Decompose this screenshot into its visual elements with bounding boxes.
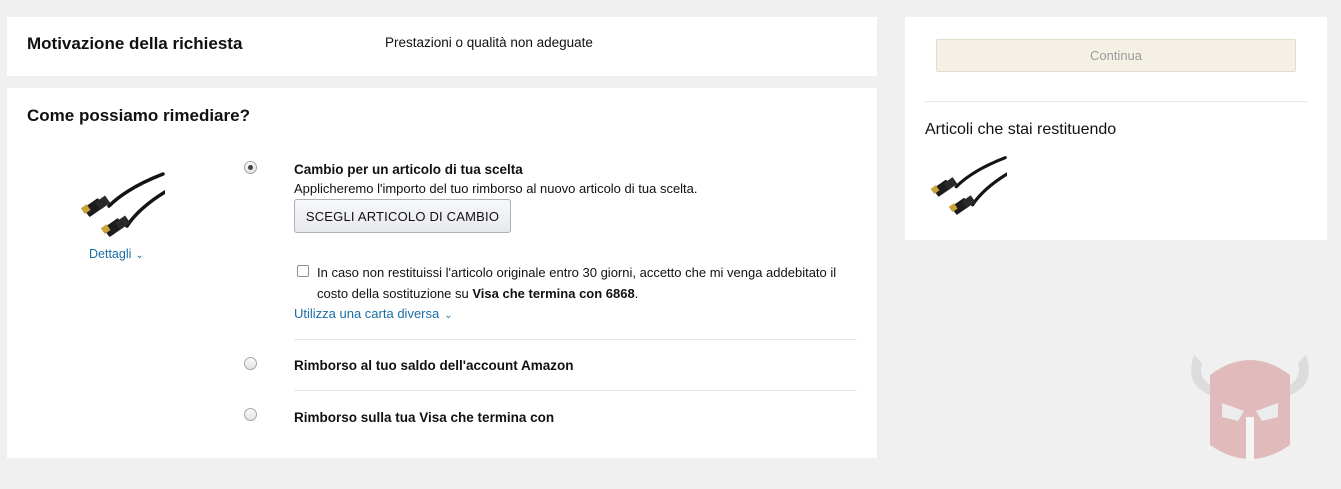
reason-title: Motivazione della richiesta xyxy=(27,34,243,53)
radio-exchange[interactable] xyxy=(244,161,257,174)
helmet-logo-watermark-icon xyxy=(1191,355,1309,461)
chevron-down-icon: ⌄ xyxy=(444,310,453,321)
replacement-charge-checkbox[interactable] xyxy=(297,265,309,277)
product-image[interactable] xyxy=(79,168,165,238)
radio-visa-refund[interactable] xyxy=(244,408,257,421)
reason-value: Prestazioni o qualità non adeguate xyxy=(385,35,593,50)
option-divider xyxy=(294,390,857,391)
summary-card: Continua Articoli che stai restituendo xyxy=(905,17,1327,240)
replacement-charge-text-after: . xyxy=(634,286,639,301)
use-different-card-link[interactable]: Utilizza una carta diversa ⌄ xyxy=(294,306,453,321)
chevron-down-icon: ⌄ xyxy=(135,250,144,261)
radio-amazon-balance[interactable] xyxy=(244,357,257,370)
reason-card: Motivazione della richiesta Prestazioni … xyxy=(7,17,877,76)
replacement-charge-text: In caso non restituissi l'articolo origi… xyxy=(317,262,837,304)
remedy-card: Come possiamo rimediare? Dettagli ⌄ Cambi… xyxy=(7,88,877,458)
option-divider xyxy=(294,339,857,340)
remedy-title: Come possiamo rimediare? xyxy=(27,106,250,125)
card-ending-label: Visa che termina con 6868 xyxy=(472,286,635,301)
product-details-link[interactable]: Dettagli ⌄ xyxy=(89,247,144,261)
option-exchange-description: Applicheremo l'importo del tuo rimborso … xyxy=(294,181,698,196)
option-exchange-title: Cambio per un articolo di tua scelta xyxy=(294,162,523,177)
use-different-card-label: Utilizza una carta diversa xyxy=(294,306,440,321)
option-amazon-balance-title: Rimborso al tuo saldo dell'account Amazo… xyxy=(294,358,574,373)
option-visa-refund-title: Rimborso sulla tua Visa che termina con xyxy=(294,410,555,425)
summary-divider xyxy=(925,101,1307,102)
returning-items-title: Articoli che stai restituendo xyxy=(925,121,1117,138)
continue-button[interactable]: Continua xyxy=(936,39,1296,72)
details-link-label: Dettagli xyxy=(89,247,132,261)
returning-item-image xyxy=(930,156,1007,215)
choose-exchange-item-button[interactable]: SCEGLI ARTICOLO DI CAMBIO xyxy=(294,199,511,233)
